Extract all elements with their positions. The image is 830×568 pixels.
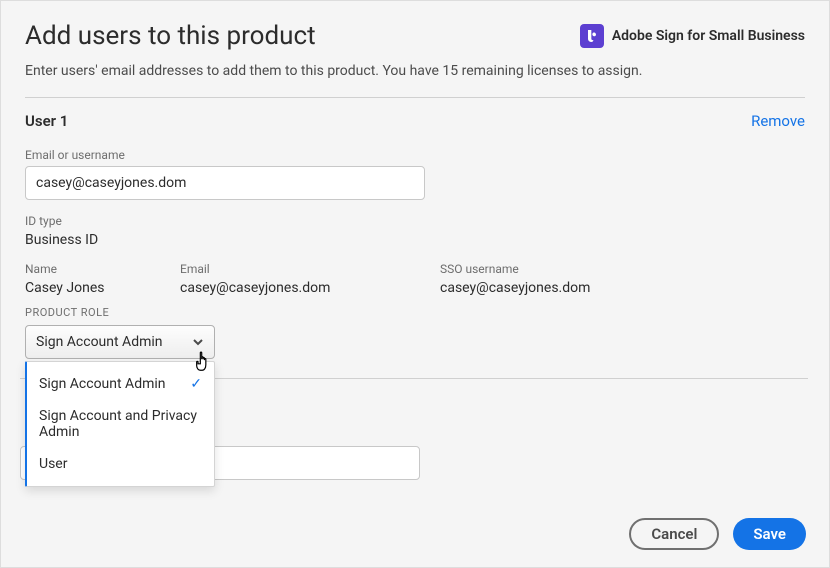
dialog-footer: Cancel Save bbox=[629, 518, 806, 550]
user-info-row: Name Casey Jones Email casey@caseyjones.… bbox=[25, 262, 805, 296]
add-users-dialog: Add users to this product Adobe Sign for… bbox=[0, 0, 830, 568]
dialog-subtitle: Enter users' email addresses to add them… bbox=[25, 63, 805, 79]
dialog-title: Add users to this product bbox=[25, 21, 316, 51]
save-button[interactable]: Save bbox=[733, 518, 806, 550]
email-label: Email or username bbox=[25, 148, 805, 162]
email-column: Email casey@caseyjones.dom bbox=[180, 262, 440, 296]
idtype-section: ID type Business ID bbox=[25, 214, 805, 248]
check-icon: ✓ bbox=[190, 376, 202, 392]
adobe-sign-icon bbox=[580, 24, 604, 48]
cancel-button[interactable]: Cancel bbox=[629, 518, 719, 550]
dialog-header: Add users to this product Adobe Sign for… bbox=[25, 21, 805, 51]
sso-label: SSO username bbox=[440, 262, 700, 276]
chevron-down-icon bbox=[192, 336, 204, 348]
sso-value: casey@caseyjones.dom bbox=[440, 280, 700, 296]
divider bbox=[25, 97, 805, 98]
email-col-value: casey@caseyjones.dom bbox=[180, 280, 440, 296]
product-role-label: PRODUCT ROLE bbox=[25, 306, 805, 319]
email-input[interactable] bbox=[25, 166, 425, 200]
sso-column: SSO username casey@caseyjones.dom bbox=[440, 262, 700, 296]
role-option-user[interactable]: User bbox=[27, 448, 214, 480]
product-role-dropdown-wrap: Sign Account Admin Sign Account Admin ✓ … bbox=[25, 325, 215, 359]
user-header: User 1 Remove bbox=[25, 112, 805, 130]
name-value: Casey Jones bbox=[25, 280, 180, 296]
product-name: Adobe Sign for Small Business bbox=[612, 28, 805, 44]
role-option-label: User bbox=[39, 456, 67, 472]
email-col-label: Email bbox=[180, 262, 440, 276]
product-role-selected: Sign Account Admin bbox=[36, 334, 163, 350]
product-badge: Adobe Sign for Small Business bbox=[580, 24, 805, 48]
idtype-value: Business ID bbox=[25, 232, 805, 248]
role-option-label: Sign Account and Privacy Admin bbox=[39, 408, 202, 440]
remove-user-button[interactable]: Remove bbox=[751, 112, 805, 130]
role-option-label: Sign Account Admin bbox=[39, 376, 166, 392]
product-role-dropdown[interactable]: Sign Account Admin bbox=[25, 325, 215, 359]
product-role-section: PRODUCT ROLE Sign Account Admin Sign Acc… bbox=[25, 306, 805, 359]
idtype-label: ID type bbox=[25, 214, 805, 228]
role-option-sign-account-admin[interactable]: Sign Account Admin ✓ bbox=[27, 368, 214, 400]
email-field-section: Email or username bbox=[25, 148, 805, 200]
name-label: Name bbox=[25, 262, 180, 276]
user-number-label: User 1 bbox=[25, 112, 68, 130]
name-column: Name Casey Jones bbox=[25, 262, 180, 296]
role-option-sign-privacy-admin[interactable]: Sign Account and Privacy Admin bbox=[27, 400, 214, 448]
product-role-menu: Sign Account Admin ✓ Sign Account and Pr… bbox=[25, 361, 215, 487]
